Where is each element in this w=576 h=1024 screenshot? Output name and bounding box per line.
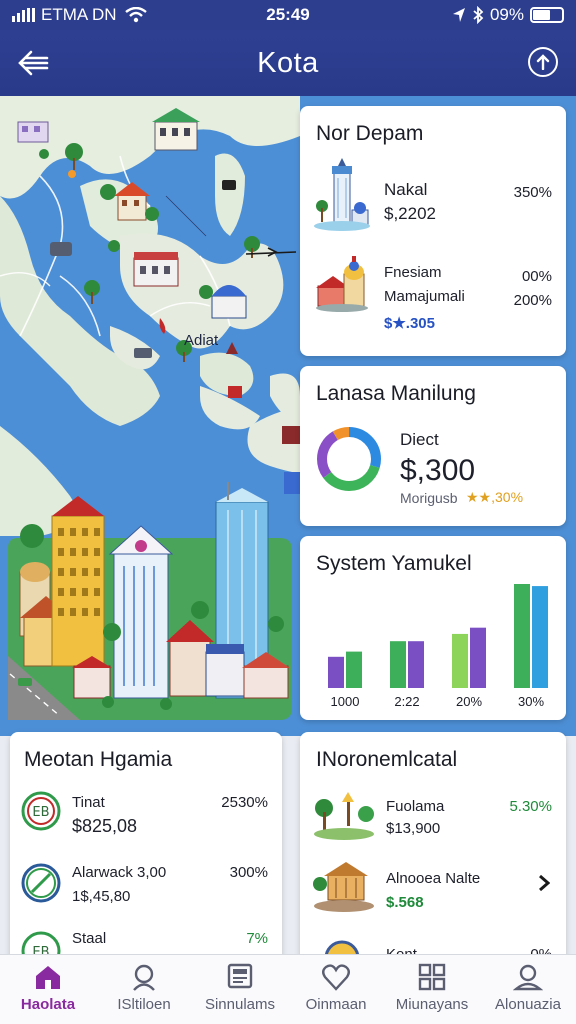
bar [514,584,530,688]
row-value: $13,900 [386,820,441,837]
row-value: $.568 [386,894,424,911]
row-value: $825,08 [72,816,138,836]
item-value: $,2202 [384,204,436,223]
nor-depam-card[interactable]: Nor Depam Nakal $,2202 350% Fnesiam Mama… [300,106,566,356]
register-icon [227,963,253,989]
nav-label: Miunayans [395,996,469,1013]
row-value: 1$,45,80 [72,888,131,905]
row-percent: 2530% [221,794,268,811]
lighthouse-icon [314,158,370,231]
arrow-up-circle-icon[interactable] [528,47,558,77]
park-icon [314,792,374,840]
bar [346,651,362,688]
row-name: Tinat [72,794,105,811]
row-name: Fuolama [386,798,445,815]
item-subname: Mamajumali [384,288,465,305]
home-icon [36,966,60,989]
carrier-name: ETMA DN [41,5,117,24]
bar [452,633,468,688]
bar [390,641,406,688]
donut-label: Diect [400,430,439,449]
battery-icon [530,7,564,23]
item-value: $★.305 [384,315,435,332]
chevron-right-icon[interactable] [538,874,550,892]
meotan-card[interactable]: Meotan Hgamia EB Tinat $825,08 2530% Ala… [10,732,282,972]
signal-icon [12,8,35,22]
card-title: Meotan Hgamia [24,748,173,771]
bar [470,627,486,688]
map-label: Adiat [184,332,219,349]
nav-item-heart[interactable]: Oinmaan [288,955,384,1024]
row-percent: 5.30% [509,798,552,815]
nav-label: Haolata [20,996,76,1013]
svg-text:EB: EB [32,805,49,820]
card-title: INoronemlcatal [316,748,458,771]
search-icon [133,964,155,991]
lanasa-card[interactable]: Lanasa Manilung Diect $,300 Morigusb ★★,… [300,366,566,526]
bar [328,656,344,688]
bar-label: 1000 [331,694,360,709]
market-icon [313,862,374,912]
location-icon [452,8,465,22]
currency-circle-icon: EB [21,791,61,831]
bluetooth-icon [473,6,484,24]
card-title: Lanasa Manilung [316,382,476,405]
nav-label: Sinnulams [204,996,276,1013]
bar [408,641,424,688]
bar-label: 20% [456,694,482,709]
palace-icon [316,256,368,312]
item-percent-2: 200% [513,292,552,309]
card-title: Nor Depam [316,122,424,145]
bottom-nav: Haolata ISltiloen Sinnulams Oinmaan Miun… [0,954,576,1024]
wifi-icon [124,7,147,23]
donut-chart [317,427,381,491]
nav-label: ISltiloen [117,996,171,1013]
item-name: Nakal [384,180,428,199]
battery-percent: 09% [489,5,524,24]
bar-label: 30% [518,694,544,709]
nav-item-search[interactable]: ISltiloen [96,955,192,1024]
bar-label: 2:22 [394,694,419,709]
page-title: Kota [257,46,319,79]
row-name: Alarwack 3,00 [72,864,167,881]
item-percent: 350% [513,184,552,201]
row-percent: 7% [246,930,268,947]
row-percent: 300% [229,864,268,881]
building-icon [17,121,49,143]
heart-icon [322,964,350,991]
profile-icon [513,964,543,991]
nav-item-home[interactable]: Haolata [0,955,96,1024]
nav-item-profile[interactable]: Alonuazia [480,955,576,1024]
nav-label: Alonuazia [495,996,561,1013]
compass-icon [21,863,61,903]
noronemlcatal-card[interactable]: INoronemlcatal Fuolama $13,900 5.30% Aln… [300,732,566,972]
nav-label: Oinmaan [305,996,367,1013]
card-title: System Yamukel [316,552,472,575]
nav-item-register[interactable]: Sinnulams [192,955,288,1024]
donut-sub-label: Morigusb [400,490,458,506]
donut-amount: $,300 [400,454,476,487]
app-header: Kota [0,30,576,96]
arrow-left-icon[interactable] [16,48,50,78]
rating-value: ★★,30% [466,489,524,505]
bar-chart: 1000 2:22 20% 30% [328,584,548,709]
item-name: Fnesiam [384,264,442,281]
row-name: Staal [72,930,107,947]
bar [532,586,548,688]
nav-item-grid[interactable]: Miunayans [384,955,480,1024]
item-percent: 00% [521,268,552,285]
status-bar: ETMA DN 25:49 09% [0,0,576,30]
system-yamukel-card[interactable]: System Yamukel 1000 2:22 20% 30% [300,536,566,720]
row-name: Alnooea Nalte [386,870,481,887]
grid-icon [418,963,446,991]
